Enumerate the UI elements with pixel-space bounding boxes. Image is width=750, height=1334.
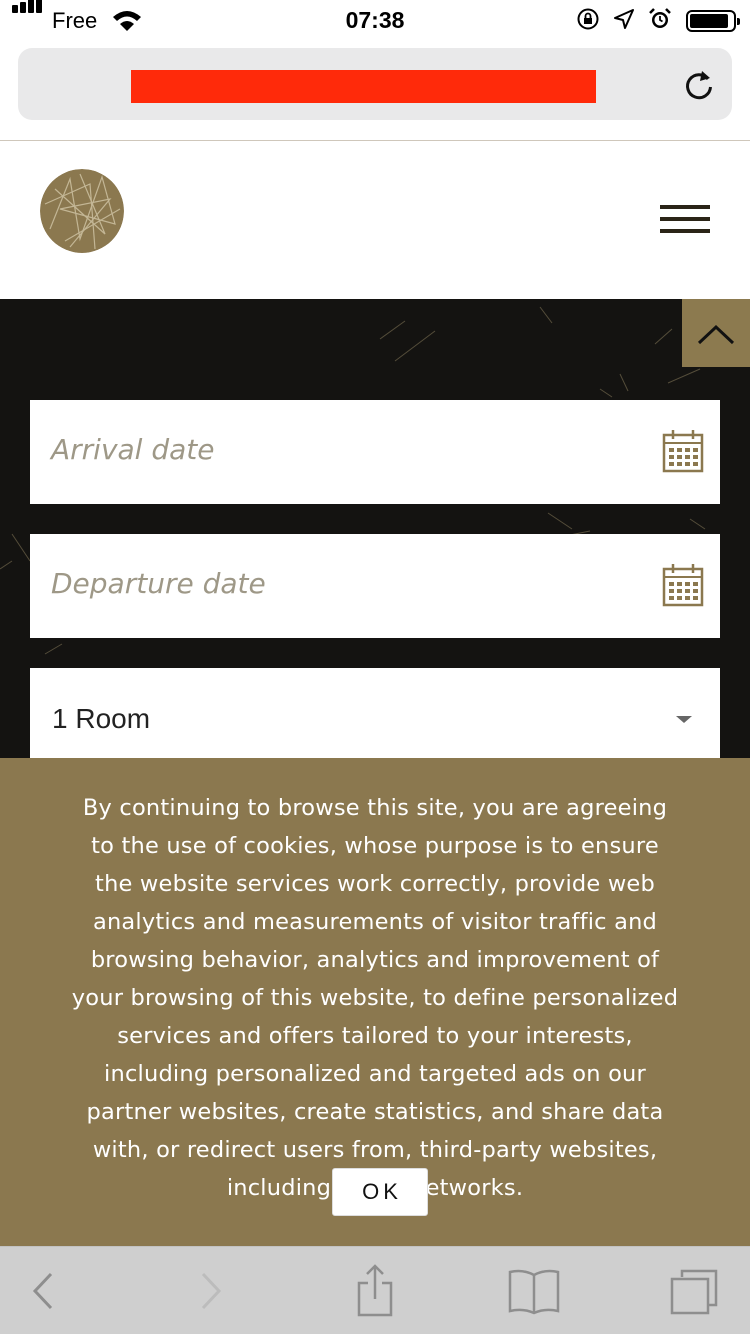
battery-icon xyxy=(686,10,740,32)
url-redaction xyxy=(131,70,596,103)
status-bar: Free 07:38 xyxy=(0,0,750,40)
address-bar[interactable] xyxy=(18,48,732,120)
hamburger-menu-icon[interactable] xyxy=(660,205,712,237)
calendar-icon[interactable] xyxy=(662,428,704,479)
browser-toolbar xyxy=(0,1246,750,1334)
chevron-up-icon xyxy=(682,324,750,371)
logo-emblem[interactable] xyxy=(40,169,124,253)
cookie-consent-text: By continuing to browse this site, you a… xyxy=(71,795,679,1201)
cookie-ok-button[interactable]: OK xyxy=(332,1168,428,1216)
caret-down-icon xyxy=(676,716,692,723)
alarm-icon xyxy=(648,7,672,36)
calendar-icon[interactable] xyxy=(662,562,704,613)
rotation-lock-icon xyxy=(576,7,600,36)
back-icon[interactable] xyxy=(18,1247,68,1334)
rooms-select[interactable]: 1 Room xyxy=(30,668,720,759)
site-header xyxy=(0,141,750,299)
rooms-selected-value: 1 Room xyxy=(52,703,151,734)
browser-address-area xyxy=(0,40,750,141)
reload-icon[interactable] xyxy=(682,67,716,108)
arrival-date-field[interactable]: Arrival date xyxy=(30,400,720,504)
share-icon[interactable] xyxy=(348,1247,402,1334)
forward-icon[interactable] xyxy=(186,1247,236,1334)
booking-form-section: Arrival date Departure date 1 Room xyxy=(0,299,750,759)
cookie-banner: By continuing to browse this site, you a… xyxy=(0,758,750,1246)
arrival-date-placeholder: Arrival date xyxy=(51,433,215,466)
bookmarks-icon[interactable] xyxy=(502,1247,566,1334)
tabs-icon[interactable] xyxy=(664,1247,724,1334)
scroll-top-button[interactable] xyxy=(682,299,750,367)
departure-date-field[interactable]: Departure date xyxy=(30,534,720,638)
location-arrow-icon xyxy=(614,8,634,34)
departure-date-placeholder: Departure date xyxy=(51,567,266,600)
